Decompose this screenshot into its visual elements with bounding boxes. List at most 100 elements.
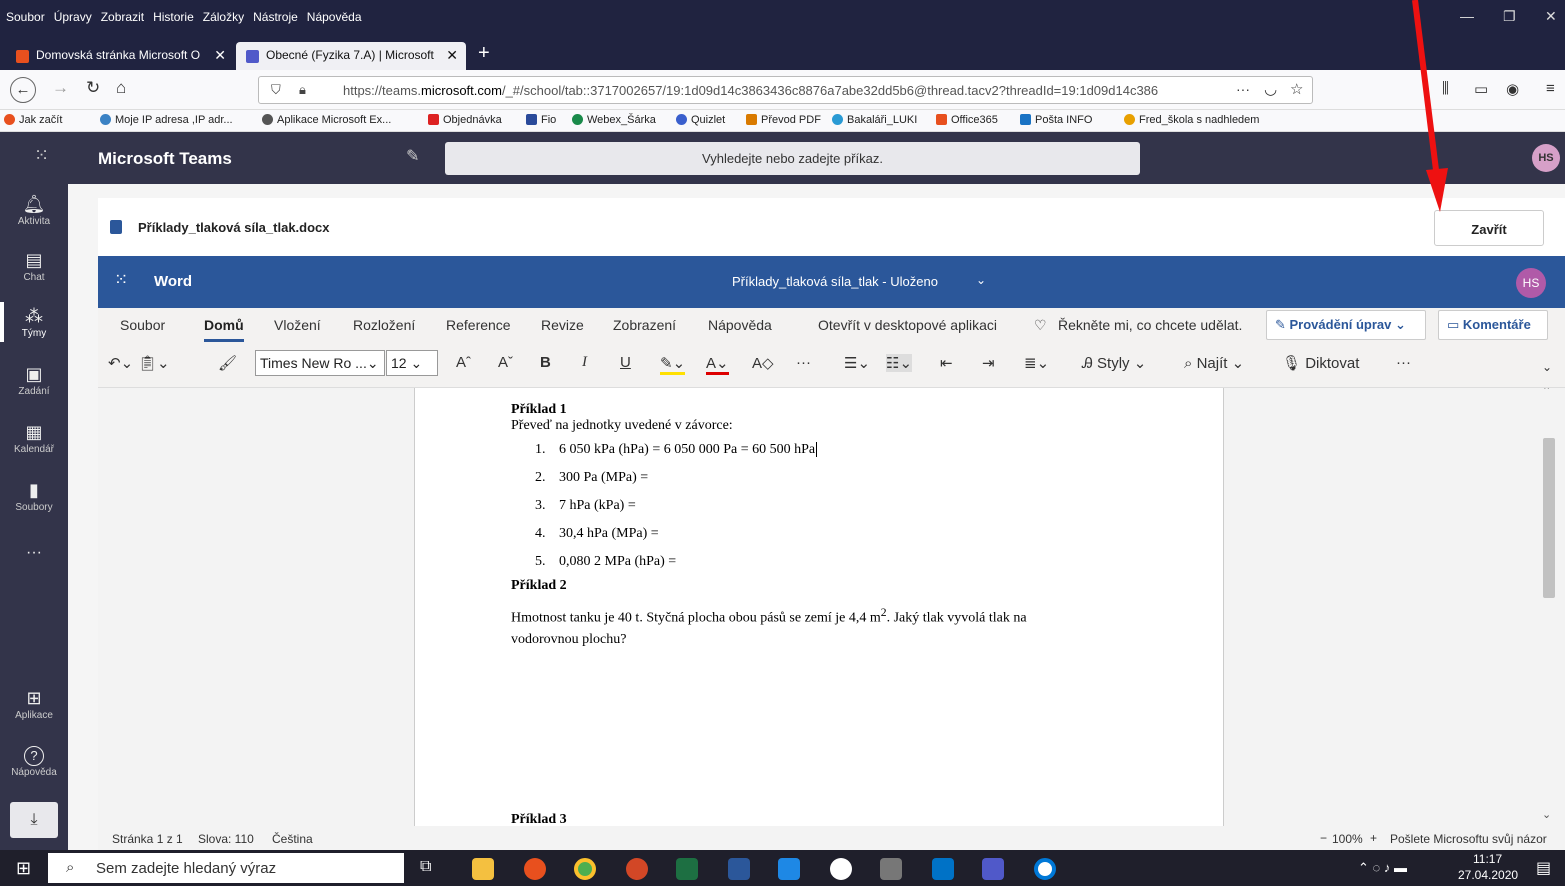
tab-vlozeni[interactable]: Vložení xyxy=(274,317,321,333)
more-options-icon[interactable]: ··· xyxy=(1396,354,1411,371)
language[interactable]: Čeština xyxy=(272,832,313,846)
highlight-icon[interactable]: ✎⌄ xyxy=(660,354,686,375)
taskbar-search-input[interactable]: ⌕ Sem zadejte hledaný výraz xyxy=(48,853,404,883)
outlook-icon[interactable] xyxy=(932,858,954,880)
tab-soubor[interactable]: Soubor xyxy=(120,317,165,333)
format-painter-icon[interactable]: 🖌︎ xyxy=(218,354,237,372)
back-icon[interactable]: ← xyxy=(10,77,36,103)
firefox-icon[interactable] xyxy=(524,858,546,880)
forward-icon[interactable]: → xyxy=(52,78,69,98)
menu-soubor[interactable]: Soubor xyxy=(6,10,45,24)
bookmark-moje-ip[interactable]: Moje IP adresa ,IP adr... xyxy=(100,114,233,126)
pocket-icon[interactable]: ◡ xyxy=(1264,80,1277,98)
app-launcher-icon[interactable]: ⁙ xyxy=(114,270,128,290)
rail-item-activity[interactable]: 🔔︎ Aktivita xyxy=(0,194,68,227)
app-launcher-icon[interactable]: ⁙ xyxy=(34,145,49,166)
new-chat-icon[interactable]: ✎ xyxy=(406,146,419,166)
italic-icon[interactable]: I xyxy=(582,354,587,371)
calculator-icon[interactable] xyxy=(880,858,902,880)
page-actions-icon[interactable]: ··· xyxy=(1236,81,1250,97)
zoom-level[interactable]: 100% xyxy=(1332,832,1363,846)
dictate-button[interactable]: 🎙︎ Diktovat xyxy=(1282,354,1359,372)
powerpoint-icon[interactable] xyxy=(626,858,648,880)
teams-icon[interactable] xyxy=(982,858,1004,880)
restore-icon[interactable]: ❐ xyxy=(1503,8,1516,25)
more-icon[interactable]: ··· xyxy=(796,354,811,371)
font-color-icon[interactable]: A⌄ xyxy=(706,354,729,375)
document-page[interactable]: Příklad 1 Převeď na jednotky uvedené v z… xyxy=(414,388,1224,826)
bookmark-webex[interactable]: Webex_Šárka xyxy=(572,114,656,126)
steam-icon[interactable] xyxy=(830,858,852,880)
bookmark-star-icon[interactable]: ☆ xyxy=(1290,80,1303,98)
tab-zobrazeni[interactable]: Zobrazení xyxy=(613,317,676,333)
bookmark-fio[interactable]: Fio xyxy=(526,114,556,126)
bookmark-bakalari[interactable]: Bakaláři_LUKI xyxy=(832,114,917,126)
tab-rozlozeni[interactable]: Rozložení xyxy=(353,317,415,333)
tell-me-input[interactable]: Řekněte mi, co chcete udělat. xyxy=(1058,317,1242,333)
home-icon[interactable]: ⌂ xyxy=(116,78,126,98)
underline-icon[interactable]: U xyxy=(620,354,631,371)
avatar[interactable]: HS xyxy=(1532,144,1560,172)
notifications-icon[interactable]: ▤ xyxy=(1536,858,1551,878)
system-tray-icons[interactable]: ⌃ ◌ ♪ ▬ xyxy=(1358,860,1407,876)
close-tab-icon[interactable]: ✕ xyxy=(214,47,226,64)
bookmark-jak-zacit[interactable]: Jak začít xyxy=(4,114,62,126)
account-icon[interactable]: ◉ xyxy=(1506,80,1519,98)
url-bar[interactable]: ⛉ 🔒︎ https://teams.microsoft.com/_#/scho… xyxy=(258,76,1313,104)
clock-time[interactable]: 11:17 xyxy=(1473,852,1502,866)
menu-nastroje[interactable]: Nástroje xyxy=(253,10,298,24)
bookmark-objednavka[interactable]: Objednávka xyxy=(428,114,502,126)
zoom-out-icon[interactable]: − xyxy=(1320,831,1327,845)
clipboard-icon[interactable]: 📋︎⌄ xyxy=(138,354,170,372)
edge-icon[interactable] xyxy=(1034,858,1056,880)
rail-item-teams[interactable]: ⁂ Týmy xyxy=(0,302,68,342)
undo-icon[interactable]: ↶⌄ xyxy=(108,354,133,372)
bookmark-prevod-pdf[interactable]: Převod PDF xyxy=(746,114,821,126)
scroll-up-icon[interactable]: ⌃ xyxy=(1542,388,1551,397)
library-icon[interactable]: ⫼ xyxy=(1442,80,1449,97)
menu-zobrazit[interactable]: Zobrazit xyxy=(101,10,144,24)
scroll-down-icon[interactable]: ⌄ xyxy=(1542,808,1551,821)
menu-zalozky[interactable]: Záložky xyxy=(203,10,244,24)
bookmark-quizlet[interactable]: Quizlet xyxy=(676,114,725,126)
search-input[interactable]: Vyhledejte nebo zadejte příkaz. xyxy=(445,142,1140,175)
close-button[interactable]: Zavřít xyxy=(1434,210,1544,246)
rail-item-files[interactable]: ▮ Soubory xyxy=(0,480,68,513)
grow-font-icon[interactable]: Aˆ xyxy=(456,354,471,371)
sidebar-icon[interactable]: ▭ xyxy=(1474,80,1488,98)
bookmark-office365[interactable]: Office365 xyxy=(936,114,998,126)
close-window-icon[interactable]: ✕ xyxy=(1545,8,1557,25)
chevron-down-icon[interactable]: ⌄ xyxy=(976,273,986,287)
reload-icon[interactable]: ↻ xyxy=(86,78,100,98)
zoom-in-icon[interactable]: + xyxy=(1370,831,1377,845)
menu-upravy[interactable]: Úpravy xyxy=(54,10,92,24)
tab-microsoft-office[interactable]: Domovská stránka Microsoft O ✕ xyxy=(6,42,234,70)
bold-icon[interactable]: B xyxy=(540,354,551,371)
tab-reference[interactable]: Reference xyxy=(446,317,511,333)
tab-revize[interactable]: Revize xyxy=(541,317,584,333)
whiteboard-icon[interactable] xyxy=(778,858,800,880)
shrink-font-icon[interactable]: Aˇ xyxy=(498,354,513,371)
font-size-select[interactable]: 12 ⌄ xyxy=(386,350,438,376)
numbering-icon[interactable]: ☷⌄ xyxy=(886,354,913,372)
rail-item-calendar[interactable]: ▦ Kalendář xyxy=(0,422,68,455)
scrollbar-thumb[interactable] xyxy=(1543,438,1555,598)
decrease-indent-icon[interactable]: ⇤ xyxy=(940,354,953,372)
minimize-icon[interactable]: — xyxy=(1460,8,1474,24)
chrome-icon[interactable] xyxy=(574,858,596,880)
clock-date[interactable]: 27.04.2020 xyxy=(1458,868,1518,882)
menu-historie[interactable]: Historie xyxy=(153,10,194,24)
vertical-scrollbar[interactable]: ⌃ ⌄ xyxy=(1539,388,1565,826)
styles-button[interactable]: Ꭿ Styly ⌄ xyxy=(1082,354,1146,372)
hamburger-menu-icon[interactable]: ≡ xyxy=(1546,80,1555,97)
excel-icon[interactable] xyxy=(676,858,698,880)
bookmark-aplikace-microsoft[interactable]: Aplikace Microsoft Ex... xyxy=(262,114,391,126)
chevron-down-icon[interactable]: ⌄ xyxy=(1542,360,1552,374)
open-desktop-app-link[interactable]: Otevřít v desktopové aplikaci xyxy=(818,317,997,333)
avatar[interactable]: HS xyxy=(1516,268,1546,298)
document-title[interactable]: Příklady_tlaková síla_tlak - Uloženo xyxy=(732,274,938,289)
word-icon[interactable] xyxy=(728,858,750,880)
align-icon[interactable]: ≣⌄ xyxy=(1024,354,1049,372)
more-apps-icon[interactable]: ··· xyxy=(0,544,68,562)
feedback-link[interactable]: Pošlete Microsoftu svůj názor xyxy=(1390,832,1547,846)
